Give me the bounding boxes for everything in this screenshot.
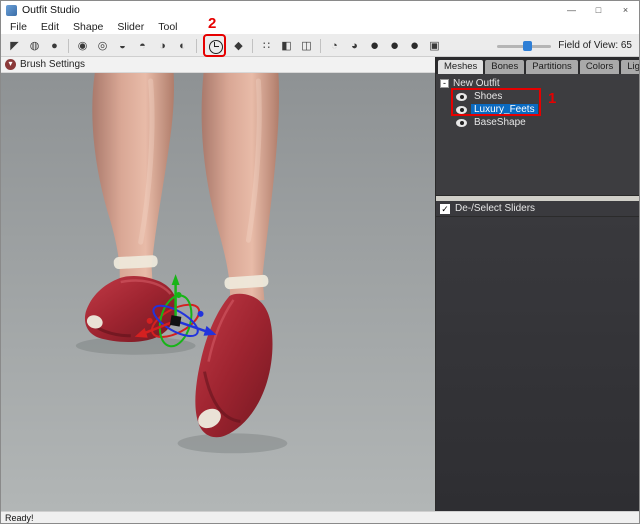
vertex-edit-icon[interactable]: ∷ (257, 36, 276, 55)
meshes-tree: - New Outfit Shoes Luxury_Feets BaseShape … (436, 74, 639, 196)
right-shoe-shadow (177, 433, 288, 454)
weight-brush-icon[interactable]: ◓ (133, 36, 152, 55)
app-icon (6, 4, 17, 16)
maximize-button[interactable]: □ (585, 1, 612, 19)
annotation-step-1: 1 (548, 90, 557, 107)
move-brush-icon[interactable]: ◎ (93, 36, 112, 55)
tree-root-label: New Outfit (453, 78, 500, 89)
toolbar-separator (252, 38, 253, 53)
alpha-brush-icon[interactable]: ◐ (173, 36, 192, 55)
tab-bones[interactable]: Bones (485, 60, 525, 74)
toolbar: ◤ ◍ ● ◉ ◎ ◒ ◓ ◑ ◐ 2 ◆ ∷ ◧ ◫ ◔ ◕ ● ● ● ▣ Field of View: 65 (1, 15, 639, 57)
viewport-panel: ▾ Brush Settings (1, 57, 436, 511)
viewport-3d-scene[interactable] (1, 73, 435, 511)
toolbar-items: ◤ ◍ ● ◉ ◎ ◒ ◓ ◑ ◐ 2 ◆ ∷ ◧ ◫ ◔ ◕ ● ● ● ▣ (5, 15, 444, 55)
sliders-panel (436, 217, 639, 511)
right-panel: MeshesBonesPartitionsColorsLights - New … (436, 57, 639, 511)
scene-svg (1, 73, 435, 511)
main-content: ▾ Brush Settings Meshes Bones Partitions… (1, 57, 639, 511)
field-of-view-label: Field of View: 65 (558, 40, 632, 51)
toolbar-separator (320, 38, 321, 53)
select-tool-icon[interactable]: ◤ (5, 36, 24, 55)
left-sock-band (113, 255, 158, 269)
menu-shape[interactable]: Shape (66, 19, 110, 34)
perspective-cube-icon[interactable]: ▣ (425, 36, 444, 55)
tree-item-label: Shoes (474, 91, 503, 102)
menu-file[interactable]: File (3, 19, 34, 34)
toolbar-separator (196, 38, 197, 53)
title-bar[interactable]: Outfit Studio — □ × (1, 1, 639, 19)
window-title: Outfit Studio (22, 4, 80, 16)
sliders-header-label: De-/Select Sliders (455, 203, 536, 214)
check-icon: ✓ (441, 203, 449, 214)
menu-bar: File Edit Shape Slider Tool (1, 19, 639, 35)
status-text: Ready! (5, 512, 34, 523)
panel-tabs: MeshesBonesPartitionsColorsLights (436, 57, 639, 74)
menu-edit[interactable]: Edit (34, 19, 66, 34)
visibility-eye-icon[interactable] (456, 92, 467, 101)
toolbar-separator (68, 38, 69, 53)
mask-brush-icon[interactable]: ◍ (25, 36, 44, 55)
brush-settings-header[interactable]: ▾ Brush Settings (1, 57, 435, 73)
pivot-tool-icon[interactable]: ◆ (229, 36, 248, 55)
visibility-eye-icon[interactable] (456, 118, 467, 127)
status-bar: Ready! (1, 511, 639, 523)
gizmo-handle-x[interactable] (146, 317, 153, 324)
menu-tool[interactable]: Tool (151, 19, 184, 34)
slider-thumb[interactable] (523, 40, 533, 51)
menu-slider[interactable]: Slider (110, 19, 151, 34)
collapse-chevron-icon[interactable]: ▾ (5, 59, 16, 70)
brush-falloff-icon[interactable]: ◔ (325, 36, 344, 55)
field-of-view-slider[interactable] (497, 39, 552, 53)
tab-partitions[interactable]: Partitions (526, 60, 578, 74)
tab-colors[interactable]: Colors (579, 60, 620, 74)
sliders-header: ✓ De-/Select Sliders (436, 201, 639, 217)
view-front-icon[interactable]: ● (365, 36, 384, 55)
brush-settings-label: Brush Settings (20, 59, 86, 70)
view-side-icon[interactable]: ● (405, 36, 424, 55)
tree-item-baseshape[interactable]: BaseShape (456, 116, 639, 129)
tree-item-label: BaseShape (474, 117, 526, 128)
tab-lights[interactable]: Lights (621, 60, 639, 74)
deflate-brush-icon[interactable]: ◉ (73, 36, 92, 55)
connected-brush-icon[interactable]: ◫ (297, 36, 316, 55)
close-button[interactable]: × (612, 1, 639, 19)
outfit-studio-window: Outfit Studio — □ × File Edit Shape Slider T… (0, 0, 640, 524)
brush-strength-icon[interactable]: ◕ (345, 36, 364, 55)
minimize-button[interactable]: — (558, 1, 585, 19)
annotation-step-2: 2 (208, 15, 217, 32)
xmirror-toggle-icon[interactable]: ◧ (277, 36, 296, 55)
tree-root-new-outfit[interactable]: - New Outfit (440, 77, 639, 90)
smooth-brush-icon[interactable]: ◒ (113, 36, 132, 55)
color-brush-icon[interactable]: ◑ (153, 36, 172, 55)
tree-item-label: Luxury_Feets (471, 104, 538, 115)
gizmo-center-cube[interactable] (169, 315, 182, 327)
view-back-icon[interactable]: ● (385, 36, 404, 55)
transform-tool-icon[interactable]: 2 (205, 15, 224, 55)
gizmo-handle-y[interactable] (175, 292, 182, 298)
select-sliders-checkbox[interactable]: ✓ (440, 203, 450, 214)
tab-meshes[interactable]: Meshes (438, 60, 484, 74)
tree-collapse-icon[interactable]: - (440, 79, 449, 88)
visibility-eye-icon[interactable] (456, 105, 467, 114)
inflate-brush-icon[interactable]: ● (45, 36, 64, 55)
gizmo-handle-z[interactable] (197, 310, 204, 317)
